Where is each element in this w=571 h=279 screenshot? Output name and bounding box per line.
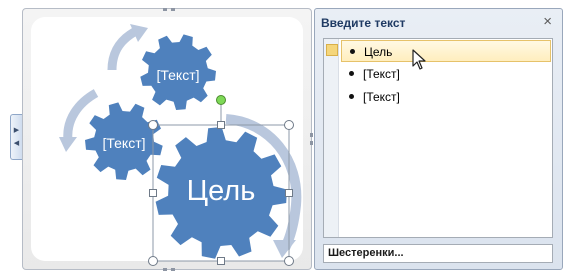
text-pane: Введите текст × Цель [Текст] [Текст] Шес… [314, 8, 563, 270]
text-entry-list[interactable]: Цель [Текст] [Текст] [323, 38, 553, 238]
layout-name-link[interactable]: Шестеренки... [323, 244, 553, 263]
list-gutter [324, 39, 339, 237]
list-item-text-2[interactable]: [Текст] [341, 86, 551, 108]
side-resize-handle[interactable] [217, 257, 225, 265]
list-item-label: [Текст] [363, 67, 400, 81]
cycle-arrow-left [63, 89, 99, 141]
list-item-label: Цель [364, 45, 393, 59]
cycle-arrow-top [107, 25, 141, 71]
gear-main-label[interactable]: Цель [187, 175, 256, 207]
gear-left-label[interactable]: [Текст] [102, 135, 145, 151]
side-resize-handle[interactable] [149, 189, 157, 197]
corner-resize-handle[interactable] [148, 120, 158, 130]
corner-resize-handle[interactable] [284, 120, 294, 130]
list-item-text-1[interactable]: [Текст] [341, 63, 551, 85]
mouse-cursor-icon [412, 49, 426, 70]
text-pane-title: Введите текст [321, 16, 406, 30]
rotation-handle[interactable] [216, 95, 226, 105]
list-item-goal[interactable]: Цель [341, 40, 551, 62]
close-icon[interactable]: × [543, 14, 552, 29]
side-resize-handle[interactable] [217, 121, 225, 129]
cycle-arrow-left-head [59, 137, 77, 152]
side-resize-handle[interactable] [285, 189, 293, 197]
corner-resize-handle[interactable] [148, 256, 158, 266]
corner-resize-handle[interactable] [284, 256, 294, 266]
cycle-arrow-right-head [273, 240, 296, 258]
list-item-label: [Текст] [363, 90, 400, 104]
selected-item-marker [326, 44, 338, 56]
gear-top-label[interactable]: [Текст] [156, 67, 199, 83]
